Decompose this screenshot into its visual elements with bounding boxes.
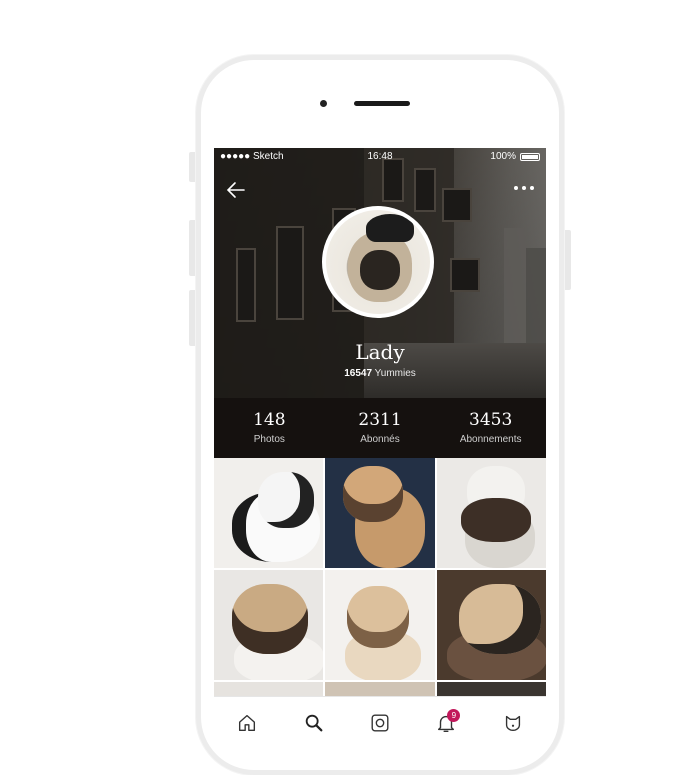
profile-name: Lady [355, 340, 405, 364]
photo-thumbnail[interactable] [214, 458, 324, 568]
photo-thumbnail[interactable] [436, 570, 546, 680]
photo-thumbnail[interactable] [325, 458, 435, 568]
building-window [442, 188, 472, 222]
status-bar: ●●●●● Sketch 16:48 100% [214, 148, 546, 166]
yummies-number: 16547 [344, 368, 373, 379]
profile-avatar[interactable] [322, 206, 434, 318]
back-arrow-icon[interactable] [224, 178, 248, 202]
stat-followers[interactable]: 2311 Abonnés [325, 398, 436, 458]
power-button [563, 230, 571, 290]
more-icon[interactable] [512, 182, 536, 194]
battery-percent: 100% [490, 151, 516, 162]
app-screen: ●●●●● Sketch 16:48 100% Lady 16547 Yummi… [214, 148, 546, 748]
distant-tower [526, 248, 546, 348]
tab-search[interactable] [298, 707, 330, 739]
tab-profile[interactable] [497, 707, 529, 739]
photo-thumbnail[interactable] [325, 570, 435, 680]
dog-head [258, 472, 314, 528]
stat-label: Photos [253, 434, 285, 445]
stat-following[interactable]: 3453 Abonnements [435, 398, 546, 458]
photo-thumbnail[interactable] [214, 570, 324, 680]
building-window [276, 226, 304, 320]
camera-icon [371, 714, 389, 732]
toy [460, 498, 531, 542]
profile-stats-bar: 148 Photos 2311 Abonnés 3453 Abonnements [214, 398, 546, 458]
bottom-tab-bar: 9 [214, 696, 546, 748]
tab-home[interactable] [231, 707, 263, 739]
stat-label: Abonnements [459, 434, 522, 445]
building-window [236, 248, 256, 322]
pug-hat [366, 214, 414, 242]
photo-grid [214, 458, 546, 748]
dog-face-icon [505, 715, 520, 732]
avatar-photo [326, 210, 430, 314]
dog-head [343, 466, 404, 522]
tab-camera[interactable] [364, 707, 396, 739]
home-icon [239, 714, 256, 732]
stat-value: 2311 [358, 410, 402, 430]
stat-value: 3453 [469, 410, 513, 430]
building-window [414, 168, 436, 212]
dog-head [232, 584, 308, 654]
tab-notifications[interactable]: 9 [430, 707, 462, 739]
pug-muzzle [360, 250, 400, 290]
earpiece-speaker [354, 101, 410, 106]
yummies-count: 16547 Yummies [214, 368, 546, 379]
notification-badge: 9 [447, 709, 461, 722]
dog-head [458, 584, 541, 654]
stat-label: Abonnés [360, 434, 400, 445]
dog-head [347, 586, 410, 648]
distant-tower [504, 228, 526, 348]
photo-thumbnail[interactable] [436, 458, 546, 568]
stat-photos[interactable]: 148 Photos [214, 398, 325, 458]
battery-icon [520, 153, 540, 161]
stat-value: 148 [253, 410, 286, 430]
building-window [450, 258, 480, 292]
battery-indicator: 100% [490, 148, 540, 166]
yummies-label: Yummies [374, 368, 416, 379]
front-camera [320, 100, 327, 107]
search-icon [305, 714, 323, 732]
